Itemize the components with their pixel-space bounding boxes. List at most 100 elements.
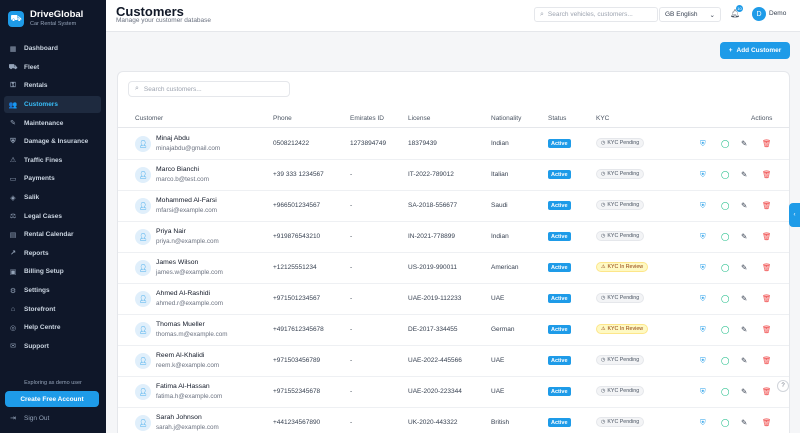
clock-icon: ◷	[601, 202, 606, 208]
message-icon[interactable]: ◯	[721, 356, 729, 365]
delete-icon[interactable]: 🗑︎	[762, 294, 772, 303]
license-cell: SA-2018-556677	[408, 202, 458, 209]
column-actions: Actions	[751, 115, 773, 122]
edit-icon[interactable]: ✎	[741, 263, 747, 272]
table-row[interactable]: 👤︎ Fatima Al-Hassan fatima.h@example.com +9…	[118, 377, 789, 408]
delete-icon[interactable]: 🗑︎	[762, 170, 772, 179]
delete-icon[interactable]: 🗑︎	[762, 263, 772, 272]
nationality-cell: Indian	[491, 233, 509, 240]
delete-icon[interactable]: 🗑︎	[762, 139, 772, 148]
delete-icon[interactable]: 🗑︎	[762, 201, 772, 210]
message-icon[interactable]: ◯	[721, 294, 729, 303]
status-badge: Active	[548, 232, 571, 241]
delete-icon[interactable]: 🗑︎	[762, 232, 772, 241]
message-icon[interactable]: ◯	[721, 325, 729, 334]
verify-kyc-icon[interactable]: ⛨	[700, 232, 706, 242]
edit-icon[interactable]: ✎	[741, 387, 747, 396]
clock-icon: ◷	[601, 140, 606, 146]
customer-name: Reem Al-Khalidi	[156, 352, 205, 359]
sidebar-item-damage-insurance[interactable]: ⛨ Damage & Insurance	[4, 133, 101, 151]
verify-kyc-icon[interactable]: ⛨	[700, 139, 706, 149]
sidebar-item-salik[interactable]: ◈ Salik	[4, 189, 101, 207]
table-row[interactable]: 👤︎ James Wilson james.w@example.com +121255…	[118, 253, 789, 284]
message-icon[interactable]: ◯	[721, 263, 729, 272]
search-icon: ⌕	[540, 10, 544, 18]
sidebar-item-dashboard[interactable]: ▦ Dashboard	[4, 40, 101, 58]
plus-icon: +	[728, 47, 733, 54]
delete-icon[interactable]: 🗑︎	[762, 325, 772, 334]
message-icon[interactable]: ◯	[721, 232, 729, 241]
sidebar-item-billing-setup[interactable]: ▣ Billing Setup	[4, 263, 101, 281]
user-name[interactable]: Demo	[769, 10, 786, 17]
delete-icon[interactable]: 🗑︎	[762, 387, 772, 396]
kyc-label: KYC Pending	[607, 419, 640, 425]
customer-avatar-icon: 👤︎	[135, 198, 151, 214]
sidebar-item-payments[interactable]: ▭ Payments	[4, 170, 101, 188]
sidebar-item-settings[interactable]: ⚙ Settings	[4, 282, 101, 300]
sidebar-item-reports[interactable]: ↗ Reports	[4, 245, 101, 263]
message-icon[interactable]: ◯	[721, 387, 729, 396]
verify-kyc-icon[interactable]: ⛨	[700, 418, 706, 428]
verify-kyc-icon[interactable]: ⛨	[700, 263, 706, 273]
sidebar-item-rentals[interactable]: ⚿ Rentals	[4, 77, 101, 95]
sidebar-item-label: Maintenance	[24, 119, 64, 127]
kyc-label: KYC In Review	[607, 326, 644, 332]
verify-kyc-icon[interactable]: ⛨	[700, 325, 706, 335]
brand[interactable]: ⛟ DriveGlobal Car Rental System	[0, 0, 106, 30]
create-free-account-button[interactable]: Create Free Account	[5, 391, 99, 407]
table-row[interactable]: 👤︎ Minaj Abdu minajabdu@gmail.com 050821242…	[118, 129, 789, 160]
sidebar-item-legal-cases[interactable]: ⚖ Legal Cases	[4, 207, 101, 225]
help-icon[interactable]: ?	[777, 380, 789, 392]
user-avatar[interactable]: D	[752, 7, 766, 21]
edit-icon[interactable]: ✎	[741, 201, 747, 210]
sidebar-item-storefront[interactable]: ⌂ Storefront	[4, 300, 101, 318]
verify-kyc-icon[interactable]: ⛨	[700, 294, 706, 304]
table-row[interactable]: 👤︎ Mohammed Al-Farsi mfarsi@example.com +96…	[118, 191, 789, 222]
message-icon[interactable]: ◯	[721, 139, 729, 148]
table-row[interactable]: 👤︎ Sarah Johnson sarah.j@example.com +44123…	[118, 408, 789, 433]
sign-out-link[interactable]: ⇥ Sign Out	[8, 414, 49, 423]
global-search-input[interactable]: ⌕ Search vehicles, customers...	[534, 7, 658, 22]
top-header: Customers Manage your customer database …	[106, 0, 800, 32]
verify-kyc-icon[interactable]: ⛨	[700, 387, 706, 397]
edit-icon[interactable]: ✎	[741, 170, 747, 179]
table-row[interactable]: 👤︎ Reem Al-Khalidi reem.k@example.com +9715…	[118, 346, 789, 377]
delete-icon[interactable]: 🗑︎	[762, 418, 772, 427]
phone-cell: +12125551234	[273, 264, 317, 271]
store-icon: ⌂	[10, 305, 16, 313]
clock-icon: ◷	[601, 357, 606, 363]
verify-kyc-icon[interactable]: ⛨	[700, 170, 706, 180]
edit-icon[interactable]: ✎	[741, 325, 747, 334]
column-emirates-id: Emirates ID	[350, 115, 384, 122]
sidebar-item-maintenance[interactable]: ✎ Maintenance	[4, 114, 101, 132]
table-row[interactable]: 👤︎ Thomas Mueller thomas.m@example.com +491…	[118, 315, 789, 346]
sidebar-item-help-centre[interactable]: ◎ Help Centre	[4, 319, 101, 337]
edit-icon[interactable]: ✎	[741, 232, 747, 241]
verify-kyc-icon[interactable]: ⛨	[700, 201, 706, 211]
kyc-badge: ◷ KYC Pending	[596, 169, 645, 179]
edit-icon[interactable]: ✎	[741, 356, 747, 365]
message-icon[interactable]: ◯	[721, 201, 729, 210]
kyc-badge: ◷ KYC Pending	[596, 386, 645, 396]
edit-icon[interactable]: ✎	[741, 139, 747, 148]
table-row[interactable]: 👤︎ Ahmed Al-Rashidi ahmed.r@example.com +97…	[118, 284, 789, 315]
sidebar-item-rental-calendar[interactable]: ▤ Rental Calendar	[4, 226, 101, 244]
sidebar-item-support[interactable]: ✉ Support	[4, 338, 101, 356]
edit-icon[interactable]: ✎	[741, 418, 747, 427]
message-icon[interactable]: ◯	[721, 418, 729, 427]
side-panel-toggle[interactable]: ‹	[789, 203, 800, 227]
customer-search-input[interactable]: ⌕ Search customers...	[128, 81, 290, 97]
add-customer-button[interactable]: + Add Customer	[720, 42, 790, 59]
verify-kyc-icon[interactable]: ⛨	[700, 356, 706, 366]
table-row[interactable]: 👤︎ Marco Bianchi marco.b@test.com +39 333 1…	[118, 160, 789, 191]
language-select[interactable]: GB English ⌄	[659, 7, 721, 22]
sidebar-item-fleet[interactable]: ⛟ Fleet	[4, 59, 101, 77]
sidebar-item-traffic-fines[interactable]: ⚠ Traffic Fines	[4, 152, 101, 170]
warning-icon: ⚠	[601, 326, 606, 332]
sidebar-item-customers[interactable]: 👥 Customers	[4, 95, 101, 114]
delete-icon[interactable]: 🗑︎	[762, 356, 772, 365]
message-icon[interactable]: ◯	[721, 170, 729, 179]
emirates-id-cell: -	[350, 388, 353, 395]
edit-icon[interactable]: ✎	[741, 294, 747, 303]
table-row[interactable]: 👤︎ Priya Nair priya.n@example.com +91987654…	[118, 222, 789, 253]
